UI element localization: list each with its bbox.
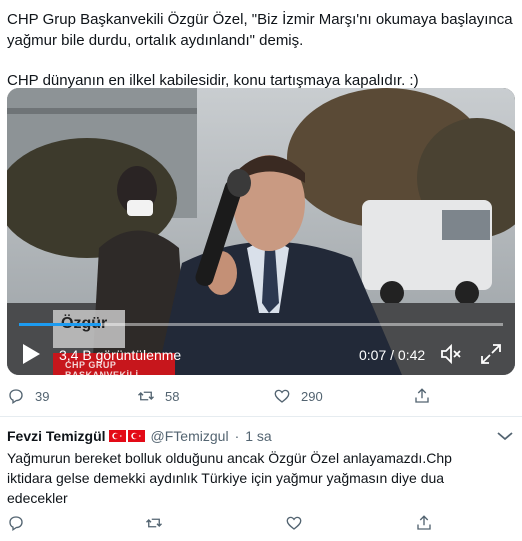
- retweet-icon: [138, 391, 154, 401]
- tweet-text-line: CHP Grup Başkanvekili Özgür Özel, "Biz İ…: [7, 11, 513, 28]
- reply-text-line: Yağmurun bereket bolluk olduğunu ancak Ö…: [7, 450, 452, 466]
- more-options-icon[interactable]: [496, 429, 514, 443]
- reply-text-line: edecekler: [7, 490, 68, 506]
- share-icon: [417, 515, 431, 530]
- retweet-button[interactable]: [145, 514, 173, 532]
- like-button[interactable]: 290: [273, 387, 323, 405]
- retweet-count: 58: [165, 388, 180, 404]
- video-progress-fill: [19, 323, 102, 326]
- video-progress-bar[interactable]: [19, 323, 503, 326]
- reply-button[interactable]: [7, 514, 35, 532]
- share-button[interactable]: [413, 387, 441, 405]
- meta-separator: ·: [234, 428, 240, 444]
- turkey-flag-icon: [108, 430, 126, 442]
- fullscreen-icon[interactable]: [479, 342, 503, 366]
- video-player[interactable]: Özgür CHP GRUP BAŞKANVEKİLİ 3,4 B görünt…: [7, 88, 515, 375]
- lower-third-name: Özgür: [53, 310, 125, 348]
- like-button[interactable]: [285, 514, 313, 532]
- divider: [0, 416, 522, 417]
- view-count: 3,4 B görüntülenme: [59, 347, 182, 363]
- like-count: 290: [301, 388, 323, 404]
- play-icon[interactable]: [21, 343, 41, 365]
- heart-icon: [286, 516, 302, 530]
- tweet-text: CHP Grup Başkanvekili Özgür Özel, "Biz İ…: [7, 9, 515, 91]
- reply-author-name[interactable]: Fevzi Temizgül: [7, 427, 106, 445]
- video-time: 0:07 / 0:42: [359, 347, 426, 363]
- reply-icon: [9, 516, 23, 532]
- retweet-button[interactable]: 58: [137, 387, 179, 405]
- reply-header: Fevzi Temizgül @FTemizgul · 1 sa: [7, 427, 272, 445]
- share-icon: [415, 388, 429, 403]
- reply-author-handle[interactable]: @FTemizgul: [151, 427, 229, 445]
- turkey-flag-icon: [127, 430, 145, 442]
- volume-muted-icon[interactable]: [439, 342, 463, 366]
- reply-count: 39: [35, 388, 50, 404]
- reply-button[interactable]: 39: [7, 387, 49, 405]
- reply-action-bar: [7, 514, 515, 534]
- reply-text: Yağmurun bereket bolluk olduğunu ancak Ö…: [7, 448, 515, 508]
- reply-text-line: iktidara gelse demekki aydınlık Türkiye …: [7, 470, 445, 486]
- share-button[interactable]: [415, 514, 443, 532]
- tweet-text-line: yağmur bile durdu, ortalık aydınlandı" d…: [7, 32, 304, 49]
- heart-icon: [274, 389, 290, 403]
- reply-timestamp[interactable]: 1 sa: [245, 427, 271, 445]
- retweet-icon: [146, 518, 162, 528]
- tweet-action-bar: 39 58 290: [7, 387, 515, 407]
- reply-icon: [9, 389, 23, 405]
